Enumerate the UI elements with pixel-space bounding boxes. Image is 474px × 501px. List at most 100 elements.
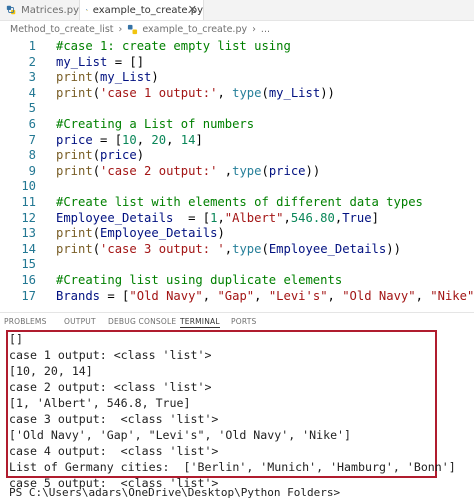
code-token: price	[268, 163, 306, 178]
code-token: = [	[100, 288, 130, 303]
code-token: )	[217, 226, 225, 241]
python-file-icon	[128, 24, 138, 34]
code-text: print('case 2 output:' ,type(price))	[56, 164, 320, 179]
code-line[interactable]: 17 Brands = ["Old Navy", "Gap", "Levi's",…	[0, 289, 474, 304]
code-line[interactable]: 8 print(price)	[0, 148, 474, 163]
code-token: 20	[151, 132, 167, 147]
tab-output[interactable]: OUTPUT	[64, 317, 96, 326]
code-token: Employee_Details	[268, 241, 387, 256]
tab-example-to-create[interactable]: example_to_create.py ✕	[80, 0, 204, 20]
code-line[interactable]: 4 print('case 1 output:', type(my_List))	[0, 86, 474, 101]
code-token: "Old Navy"	[129, 288, 203, 303]
code-token: print	[56, 226, 93, 241]
chevron-right-icon: ›	[252, 23, 256, 35]
code-line[interactable]: 3 print(my_List)	[0, 70, 474, 85]
code-line[interactable]: 9 print('case 2 output:' ,type(price))	[0, 164, 474, 179]
code-text: #Creating list using duplicate elements	[56, 273, 342, 288]
code-token: 'case 1 output:'	[100, 85, 218, 100]
code-token: my_List	[100, 70, 152, 85]
code-token: "Levi's"	[268, 288, 328, 303]
code-text: print(Employee_Details)	[56, 226, 225, 241]
code-text: my_List = []	[56, 55, 144, 70]
code-line[interactable]: 1 #case 1: create empty list using	[0, 39, 474, 54]
code-token: #Create list with elements of different …	[56, 195, 423, 209]
code-token: Employee_Details	[100, 226, 218, 241]
code-token: print	[56, 70, 93, 85]
code-line[interactable]: 13 print(Employee_Details)	[0, 226, 474, 241]
code-token: ,	[283, 210, 291, 225]
tab-terminal[interactable]: TERMINAL	[180, 317, 220, 328]
chevron-right-icon: ›	[118, 23, 123, 35]
code-token: (	[92, 148, 101, 163]
line-number: 8	[28, 148, 36, 163]
line-number: 11	[21, 195, 36, 209]
breadcrumb: Method_to_create_list › example_to_creat…	[0, 21, 474, 37]
breadcrumb-folder[interactable]: Method_to_create_list	[10, 24, 114, 35]
code-token: (	[92, 163, 101, 178]
tab-debug-console[interactable]: DEBUG CONSOLE	[108, 317, 176, 326]
code-line[interactable]: 2 my_List = []	[0, 55, 474, 70]
code-token: #Creating list using duplicate elements	[56, 273, 343, 287]
code-token: ,	[136, 132, 152, 147]
terminal-line: case 3 output: <class 'list'>	[9, 412, 219, 426]
code-token: type	[232, 85, 262, 100]
line-number: 3	[28, 70, 36, 85]
python-file-icon	[86, 9, 88, 11]
tab-matrices[interactable]: Matrices.py	[0, 0, 80, 20]
line-number: 17	[21, 288, 36, 303]
code-token: True	[342, 210, 372, 225]
code-token: price	[100, 148, 137, 163]
code-token: 10	[122, 132, 137, 147]
code-token: print	[56, 85, 93, 100]
code-token: my_List	[56, 54, 108, 69]
line-number: 15	[21, 257, 36, 272]
code-line[interactable]: 5	[0, 101, 474, 116]
terminal-output[interactable]: [] case 1 output: <class 'list'> [10, 20…	[0, 330, 474, 499]
code-token: ,	[217, 85, 233, 100]
code-text: Employee_Details = [1,"Albert",546.80,Tr…	[56, 211, 379, 226]
code-line[interactable]: 16 #Creating list using duplicate element…	[0, 273, 474, 288]
code-token: )	[151, 70, 159, 85]
breadcrumb-file[interactable]: example_to_create.py	[142, 24, 247, 35]
terminal-line: []	[9, 332, 23, 346]
code-line[interactable]: 12 Employee_Details = [1,"Albert",546.80,…	[0, 211, 474, 226]
panel-tab-bar: PROBLEMS OUTPUT DEBUG CONSOLE TERMINAL P…	[0, 312, 474, 331]
tab-problems[interactable]: PROBLEMS	[4, 317, 47, 326]
code-line[interactable]: 14 print('case 3 output: ',type(Employee_…	[0, 242, 474, 257]
line-number: 6	[28, 117, 36, 131]
terminal-prompt[interactable]: PS C:\Users\adars\OneDrive\Desktop\Pytho…	[9, 485, 340, 501]
code-token: ,	[166, 132, 181, 147]
code-token: type	[232, 241, 262, 256]
code-token: "Nike"	[430, 288, 474, 303]
code-line[interactable]: 10	[0, 179, 474, 194]
code-line[interactable]: 7 price = [10, 20, 14]	[0, 133, 474, 148]
code-token: ]	[371, 210, 379, 225]
code-token: 'case 3 output: '	[100, 241, 225, 256]
code-token: Brands	[56, 288, 101, 303]
code-token: (	[92, 70, 101, 85]
line-number: 9	[28, 163, 36, 178]
code-token: (	[261, 85, 269, 100]
code-token: print	[56, 241, 93, 256]
terminal-line: [10, 20, 14]	[9, 364, 93, 378]
line-number: 5	[28, 101, 36, 116]
tab-ports[interactable]: PORTS	[231, 317, 256, 326]
terminal-line: case 4 output: <class 'list'>	[9, 444, 219, 458]
terminal-line: [1, 'Albert', 546.8, True]	[9, 396, 191, 410]
code-editor[interactable]: 1 #case 1: create empty list using 2 my_Lis…	[0, 36, 474, 306]
code-line[interactable]: 6 #Creating a List of numbers	[0, 117, 474, 132]
breadcrumb-more[interactable]: ...	[261, 24, 270, 35]
code-line[interactable]: 15	[0, 257, 474, 272]
code-token: (	[92, 226, 101, 241]
code-line[interactable]: 11 #Create list with elements of differen…	[0, 195, 474, 210]
code-text: print('case 1 output:', type(my_List))	[56, 86, 335, 101]
code-token: (	[261, 241, 269, 256]
code-token: print	[56, 163, 93, 178]
line-number: 13	[21, 226, 36, 241]
code-text: Brands = ["Old Navy", "Gap", "Levi's", "…	[56, 289, 474, 304]
code-text: price = [10, 20, 14]	[56, 133, 203, 148]
editor-tab-bar: Matrices.py example_to_create.py ✕	[0, 0, 474, 21]
code-token: type	[232, 163, 262, 178]
close-icon[interactable]: ✕	[188, 3, 197, 16]
line-number: 10	[21, 179, 36, 194]
